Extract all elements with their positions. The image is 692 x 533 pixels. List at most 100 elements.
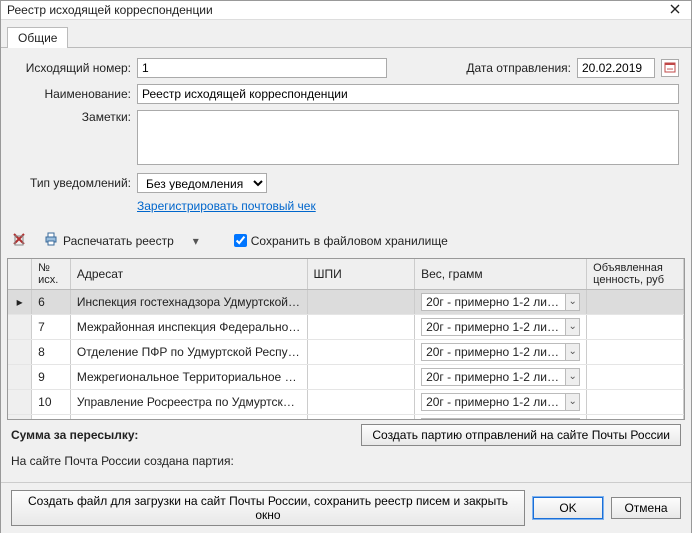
outgoing-number-label: Исходящий номер: (13, 61, 131, 75)
outgoing-number-input[interactable] (137, 58, 387, 78)
save-in-storage-checkbox[interactable] (234, 234, 247, 247)
cell-addressee[interactable]: Отделение ПФР по Удмуртской Республ… (70, 340, 307, 365)
weight-dropdown-button[interactable]: ⌄ (565, 294, 579, 310)
date-picker-button[interactable] (661, 59, 679, 77)
cell-weight[interactable]: 20г - примерно 1-2 листа А4⌄ (415, 365, 587, 390)
weight-value: 20г - примерно 1-2 листа А4 (422, 395, 565, 409)
cell-num[interactable]: 11 (32, 415, 71, 419)
cell-num[interactable]: 7 (32, 315, 71, 340)
cell-shpi[interactable] (307, 340, 415, 365)
cell-declared-value[interactable] (587, 390, 684, 415)
save-in-storage-label: Сохранить в файловом хранилище (251, 234, 448, 248)
table-row[interactable]: 10Управление Росреестра по Удмуртско… 20г… (8, 390, 684, 415)
notif-type-label: Тип уведомлений: (13, 176, 131, 190)
cell-declared-value[interactable] (587, 290, 684, 315)
cell-num[interactable]: 10 (32, 390, 71, 415)
footer: Создать файл для загрузки на сайт Почты … (1, 482, 691, 533)
close-button[interactable] (665, 1, 685, 19)
weight-dropdown-button[interactable]: ⌄ (565, 319, 579, 335)
cell-weight[interactable]: 20г - примерно 1-2 листа А4⌄ (415, 415, 587, 419)
grid-header-row: № исх. Адресат ШПИ Вес, грамм Объявленна… (8, 259, 684, 290)
table-row[interactable]: 9Межрегиональное Территориальное у… 20г -… (8, 365, 684, 390)
sum-label: Сумма за пересылку: (11, 428, 138, 442)
grid-scroll[interactable]: № исх. Адресат ШПИ Вес, грамм Объявленна… (8, 259, 684, 419)
cell-declared-value[interactable] (587, 415, 684, 419)
cell-shpi[interactable] (307, 415, 415, 419)
notes-label: Заметки: (13, 110, 131, 124)
row-indicator (8, 365, 32, 390)
row-indicator (8, 415, 32, 419)
print-dropdown-button[interactable]: ▾ (186, 234, 206, 248)
cell-num[interactable]: 9 (32, 365, 71, 390)
weight-dropdown-button[interactable]: ⌄ (565, 369, 579, 385)
cell-weight[interactable]: 20г - примерно 1-2 листа А4⌄ (415, 390, 587, 415)
calendar-icon (664, 61, 676, 76)
grid: № исх. Адресат ШПИ Вес, грамм Объявленна… (7, 258, 685, 420)
cell-shpi[interactable] (307, 390, 415, 415)
cell-shpi[interactable] (307, 365, 415, 390)
send-date-label: Дата отправления: (466, 61, 571, 75)
create-batch-button[interactable]: Создать партию отправлений на сайте Почт… (361, 424, 681, 446)
cell-num[interactable]: 6 (32, 290, 71, 315)
cell-shpi[interactable] (307, 290, 415, 315)
delete-button[interactable] (7, 229, 31, 252)
window-title: Реестр исходящей корреспонденции (7, 3, 213, 17)
print-registry-label: Распечатать реестр (63, 234, 174, 248)
cell-addressee[interactable]: Управление Федеральной службы Суд… (70, 415, 307, 419)
weight-value: 20г - примерно 1-2 листа А4 (422, 370, 565, 384)
cell-weight[interactable]: 20г - примерно 1-2 листа А4⌄ (415, 315, 587, 340)
grid-header-rowhead (8, 259, 32, 290)
register-postal-check-link[interactable]: Зарегистрировать почтовый чек (137, 199, 316, 213)
delete-icon (11, 231, 27, 250)
close-icon (670, 3, 680, 17)
tab-general[interactable]: Общие (7, 27, 68, 48)
titlebar: Реестр исходящей корреспонденции (1, 1, 691, 20)
grid-header-shpi[interactable]: ШПИ (307, 259, 415, 290)
table-row[interactable]: 11Управление Федеральной службы Суд… 20г … (8, 415, 684, 419)
ok-button[interactable]: OK (533, 497, 603, 519)
dialog-window: Реестр исходящей корреспонденции Общие И… (0, 0, 692, 533)
grid-header-addressee[interactable]: Адресат (70, 259, 307, 290)
table-row[interactable]: 8Отделение ПФР по Удмуртской Республ… 20г… (8, 340, 684, 365)
cell-declared-value[interactable] (587, 340, 684, 365)
name-label: Наименование: (13, 87, 131, 101)
printer-icon (43, 231, 59, 250)
notes-textarea[interactable] (137, 110, 679, 165)
cancel-button[interactable]: Отмена (611, 497, 681, 519)
cell-addressee[interactable]: Межрайонная инспекция Федерально… (70, 315, 307, 340)
weight-dropdown-button[interactable]: ⌄ (565, 394, 579, 410)
cell-weight[interactable]: 20г - примерно 1-2 листа А4⌄ (415, 340, 587, 365)
row-indicator: ▸ (8, 290, 32, 315)
grid-header-value[interactable]: Объявленная ценность, руб (587, 259, 684, 290)
weight-value: 20г - примерно 1-2 листа А4 (422, 295, 565, 309)
chevron-down-icon: ▾ (193, 234, 199, 248)
notif-type-select[interactable]: Без уведомления (137, 173, 267, 193)
tab-strip: Общие (1, 20, 691, 47)
grid-header-num[interactable]: № исх. (32, 259, 71, 290)
batch-status-label: На сайте Почта России создана партия: (1, 448, 691, 482)
cell-addressee[interactable]: Инспекция гостехнадзора Удмуртской … (70, 290, 307, 315)
send-date-input[interactable] (577, 58, 655, 78)
toolbar: Распечатать реестр ▾ Сохранить в файлово… (1, 225, 691, 258)
table-row[interactable]: 7Межрайонная инспекция Федерально… 20г - … (8, 315, 684, 340)
weight-value: 20г - примерно 1-2 листа А4 (422, 345, 565, 359)
cell-shpi[interactable] (307, 315, 415, 340)
cell-addressee[interactable]: Управление Росреестра по Удмуртско… (70, 390, 307, 415)
weight-dropdown-button[interactable]: ⌄ (565, 344, 579, 360)
cell-declared-value[interactable] (587, 315, 684, 340)
cell-addressee[interactable]: Межрегиональное Территориальное у… (70, 365, 307, 390)
tab-panel-general: Исходящий номер: Дата отправления: Наиме… (1, 47, 691, 225)
create-file-button[interactable]: Создать файл для загрузки на сайт Почты … (11, 490, 525, 526)
cell-declared-value[interactable] (587, 365, 684, 390)
weight-value: 20г - примерно 1-2 листа А4 (422, 320, 565, 334)
table-row[interactable]: ▸6Инспекция гостехнадзора Удмуртской … 20… (8, 290, 684, 315)
save-in-storage-checkbox-row[interactable]: Сохранить в файловом хранилище (234, 234, 448, 248)
grid-header-weight[interactable]: Вес, грамм (415, 259, 587, 290)
print-registry-button[interactable]: Распечатать реестр (39, 229, 178, 252)
row-indicator (8, 340, 32, 365)
row-indicator (8, 390, 32, 415)
name-input[interactable] (137, 84, 679, 104)
cell-weight[interactable]: 20г - примерно 1-2 листа А4⌄ (415, 290, 587, 315)
cell-num[interactable]: 8 (32, 340, 71, 365)
row-indicator (8, 315, 32, 340)
